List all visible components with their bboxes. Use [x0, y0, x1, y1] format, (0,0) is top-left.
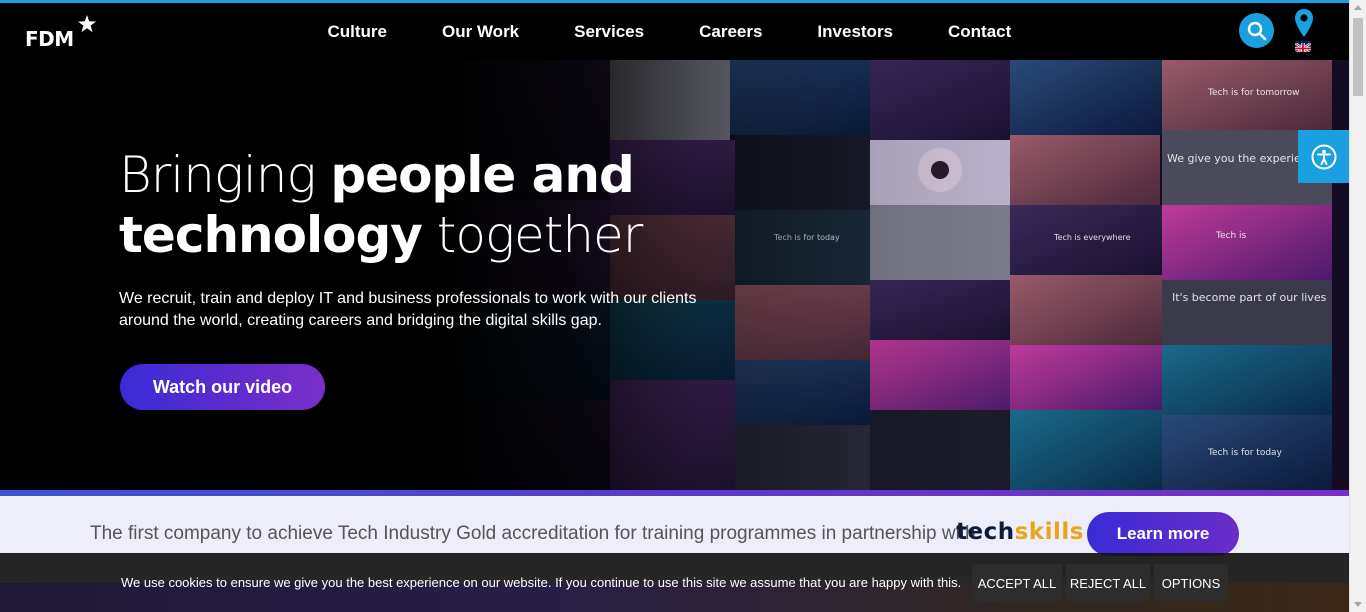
hero-title: Bringing people and technology together [119, 146, 643, 264]
search-icon [1247, 21, 1266, 40]
hero-fade-overlay [0, 60, 1349, 490]
star-icon [78, 15, 96, 33]
location-selector[interactable] [1293, 8, 1315, 56]
hero-section: Tech is for tomorrow We give you the exp… [0, 60, 1349, 490]
accept-all-button[interactable]: ACCEPT ALL [972, 564, 1062, 602]
accessibility-icon [1311, 144, 1336, 169]
cookie-message: We use cookies to ensure we give you the… [121, 575, 962, 590]
site-header: FDM Culture Our Work Services Careers In… [0, 3, 1349, 60]
techskills-logo: techskills [956, 519, 1084, 545]
nav-careers[interactable]: Careers [672, 3, 790, 60]
hero-subtitle: We recruit, train and deploy IT and busi… [119, 290, 697, 329]
options-button[interactable]: OPTIONS [1154, 564, 1228, 602]
page-scrollbar[interactable] [1349, 0, 1366, 612]
uk-flag-icon [1295, 41, 1311, 52]
logo-text: FDM [25, 27, 74, 51]
nav-culture[interactable]: Culture [300, 3, 415, 60]
scroll-up-arrow-icon[interactable] [1354, 5, 1362, 10]
main-nav: Culture Our Work Services Careers Invest… [300, 3, 1039, 60]
search-button[interactable] [1239, 13, 1274, 48]
watch-video-button[interactable]: Watch our video [120, 364, 325, 410]
location-pin-icon [1295, 9, 1313, 37]
accessibility-button[interactable] [1298, 130, 1349, 183]
nav-contact[interactable]: Contact [921, 3, 1039, 60]
fdm-logo[interactable]: FDM [25, 15, 99, 51]
nav-investors[interactable]: Investors [790, 3, 921, 60]
scroll-down-arrow-icon[interactable] [1354, 602, 1362, 607]
nav-our-work[interactable]: Our Work [415, 3, 547, 60]
learn-more-button[interactable]: Learn more [1087, 512, 1239, 556]
scroll-thumb[interactable] [1353, 18, 1363, 96]
reject-all-button[interactable]: REJECT ALL [1066, 564, 1150, 602]
banner-text: The first company to achieve Tech Indust… [90, 523, 976, 544]
nav-services[interactable]: Services [547, 3, 672, 60]
cookie-bar: We use cookies to ensure we give you the… [0, 553, 1349, 612]
